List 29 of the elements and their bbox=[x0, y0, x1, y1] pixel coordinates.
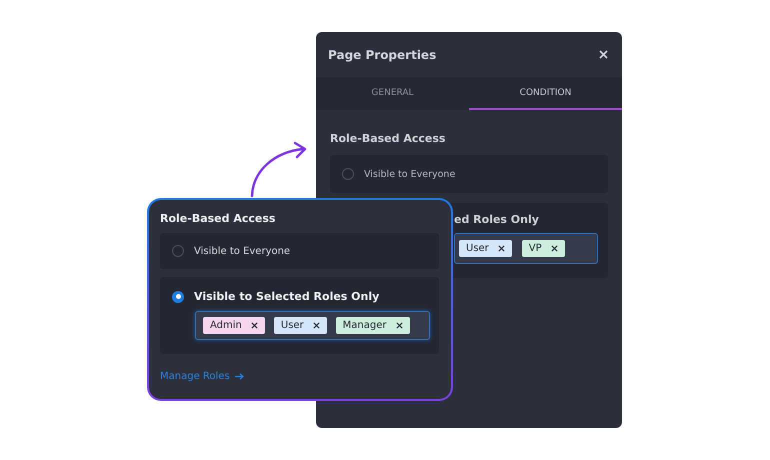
option-panel[interactable]: Visible to Everyone bbox=[160, 233, 439, 269]
remove-icon[interactable] bbox=[312, 322, 320, 329]
role-label: User bbox=[280, 320, 304, 331]
tab[interactable]: GENERAL bbox=[316, 77, 469, 110]
role-label: Admin bbox=[210, 320, 242, 331]
section-title: Role-Based Access bbox=[330, 132, 446, 145]
radio-button[interactable] bbox=[342, 168, 354, 180]
option-panel[interactable]: Visible to Selected Roles Only Admin User Manager bbox=[160, 277, 439, 354]
option-label: Visible to Everyone bbox=[194, 246, 290, 256]
section-title: Role-Based Access bbox=[160, 212, 276, 225]
remove-icon[interactable] bbox=[498, 245, 505, 252]
panel-title: Page Properties bbox=[328, 48, 436, 62]
arrow-icon bbox=[234, 373, 244, 380]
remove-icon[interactable] bbox=[250, 322, 258, 329]
option-label: ed Roles Only bbox=[454, 213, 540, 226]
radio-button[interactable] bbox=[172, 290, 184, 302]
option-label: Visible to Selected Roles Only bbox=[194, 290, 380, 303]
radio-button[interactable] bbox=[172, 245, 184, 257]
remove-icon[interactable] bbox=[396, 322, 403, 329]
roles-field[interactable]: User VP bbox=[454, 233, 598, 264]
role-label: VP bbox=[528, 243, 542, 254]
role-label: User bbox=[466, 243, 489, 254]
role-label: Manager bbox=[342, 320, 387, 331]
roles-field[interactable]: Admin User Manager bbox=[195, 311, 430, 340]
option-label: Visible to Everyone bbox=[364, 168, 456, 180]
option-panel[interactable]: Visible to Everyone bbox=[330, 155, 608, 193]
tab[interactable]: CONDITION bbox=[469, 77, 622, 110]
close-icon[interactable] bbox=[599, 50, 608, 59]
remove-icon[interactable] bbox=[550, 245, 558, 252]
